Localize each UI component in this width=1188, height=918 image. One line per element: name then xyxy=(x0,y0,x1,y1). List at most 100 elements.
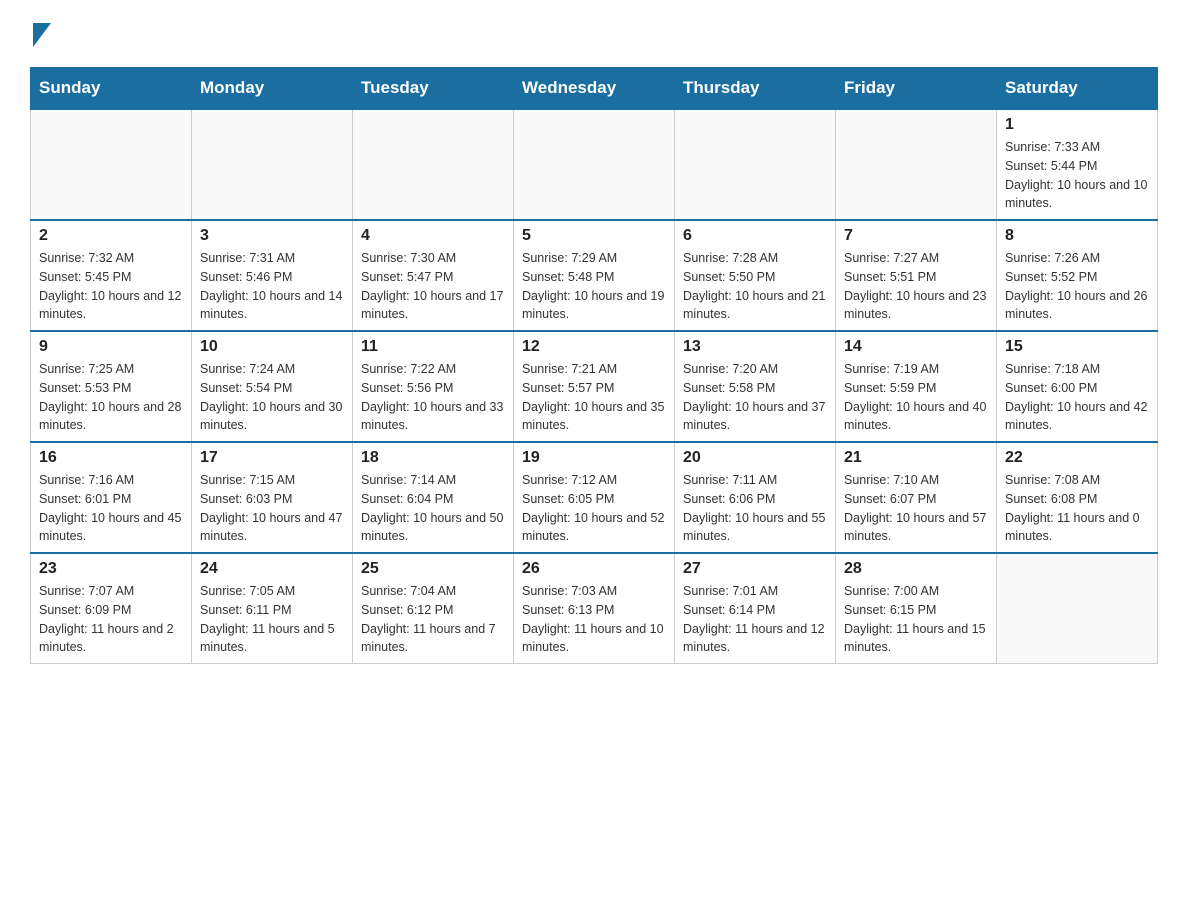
calendar-week-row: 16Sunrise: 7:16 AMSunset: 6:01 PMDayligh… xyxy=(31,442,1158,553)
weekday-header-thursday: Thursday xyxy=(675,68,836,110)
day-number: 4 xyxy=(361,227,505,245)
calendar-cell: 21 Sunrise: 7:10 AMSunset: 6:07 PMDayligh… xyxy=(836,442,997,553)
calendar-cell xyxy=(836,109,997,220)
weekday-header-wednesday: Wednesday xyxy=(514,68,675,110)
day-info: Sunrise: 7:31 AMSunset: 5:46 PMDaylight:… xyxy=(200,249,344,324)
calendar-cell: 28 Sunrise: 7:00 AMSunset: 6:15 PMDayligh… xyxy=(836,553,997,664)
day-number: 2 xyxy=(39,227,183,245)
day-number: 15 xyxy=(1005,338,1149,356)
day-info: Sunrise: 7:07 AMSunset: 6:09 PMDaylight:… xyxy=(39,582,183,657)
day-number: 24 xyxy=(200,560,344,578)
calendar-cell: 16Sunrise: 7:16 AMSunset: 6:01 PMDayligh… xyxy=(31,442,192,553)
calendar-cell: 7 Sunrise: 7:27 AMSunset: 5:51 PMDaylight… xyxy=(836,220,997,331)
day-info: Sunrise: 7:12 AMSunset: 6:05 PMDaylight:… xyxy=(522,471,666,546)
day-number: 14 xyxy=(844,338,988,356)
day-info: Sunrise: 7:25 AMSunset: 5:53 PMDaylight:… xyxy=(39,360,183,435)
day-number: 20 xyxy=(683,449,827,467)
day-info: Sunrise: 7:15 AMSunset: 6:03 PMDaylight:… xyxy=(200,471,344,546)
day-info: Sunrise: 7:00 AMSunset: 6:15 PMDaylight:… xyxy=(844,582,988,657)
day-number: 25 xyxy=(361,560,505,578)
day-number: 21 xyxy=(844,449,988,467)
calendar-cell: 2 Sunrise: 7:32 AMSunset: 5:45 PMDaylight… xyxy=(31,220,192,331)
calendar-cell: 18 Sunrise: 7:14 AMSunset: 6:04 PMDayligh… xyxy=(353,442,514,553)
day-info: Sunrise: 7:27 AMSunset: 5:51 PMDaylight:… xyxy=(844,249,988,324)
weekday-header-row: SundayMondayTuesdayWednesdayThursdayFrid… xyxy=(31,68,1158,110)
day-info: Sunrise: 7:33 AMSunset: 5:44 PMDaylight:… xyxy=(1005,138,1149,213)
day-info: Sunrise: 7:10 AMSunset: 6:07 PMDaylight:… xyxy=(844,471,988,546)
weekday-header-saturday: Saturday xyxy=(997,68,1158,110)
calendar-cell: 23 Sunrise: 7:07 AMSunset: 6:09 PMDayligh… xyxy=(31,553,192,664)
calendar-cell: 20 Sunrise: 7:11 AMSunset: 6:06 PMDayligh… xyxy=(675,442,836,553)
calendar-cell xyxy=(31,109,192,220)
day-info: Sunrise: 7:01 AMSunset: 6:14 PMDaylight:… xyxy=(683,582,827,657)
day-info: Sunrise: 7:05 AMSunset: 6:11 PMDaylight:… xyxy=(200,582,344,657)
day-info: Sunrise: 7:21 AMSunset: 5:57 PMDaylight:… xyxy=(522,360,666,435)
day-info: Sunrise: 7:26 AMSunset: 5:52 PMDaylight:… xyxy=(1005,249,1149,324)
logo-arrow-icon xyxy=(33,23,51,47)
day-info: Sunrise: 7:24 AMSunset: 5:54 PMDaylight:… xyxy=(200,360,344,435)
weekday-header-friday: Friday xyxy=(836,68,997,110)
day-info: Sunrise: 7:11 AMSunset: 6:06 PMDaylight:… xyxy=(683,471,827,546)
calendar-cell: 11 Sunrise: 7:22 AMSunset: 5:56 PMDayligh… xyxy=(353,331,514,442)
weekday-header-sunday: Sunday xyxy=(31,68,192,110)
calendar-cell: 9 Sunrise: 7:25 AMSunset: 5:53 PMDaylight… xyxy=(31,331,192,442)
day-number: 5 xyxy=(522,227,666,245)
day-info: Sunrise: 7:30 AMSunset: 5:47 PMDaylight:… xyxy=(361,249,505,324)
day-info: Sunrise: 7:14 AMSunset: 6:04 PMDaylight:… xyxy=(361,471,505,546)
day-number: 6 xyxy=(683,227,827,245)
weekday-header-monday: Monday xyxy=(192,68,353,110)
day-number: 26 xyxy=(522,560,666,578)
day-info: Sunrise: 7:22 AMSunset: 5:56 PMDaylight:… xyxy=(361,360,505,435)
calendar-cell: 17 Sunrise: 7:15 AMSunset: 6:03 PMDayligh… xyxy=(192,442,353,553)
day-number: 12 xyxy=(522,338,666,356)
day-number: 23 xyxy=(39,560,183,578)
calendar-week-row: 2 Sunrise: 7:32 AMSunset: 5:45 PMDaylight… xyxy=(31,220,1158,331)
calendar-cell: 19 Sunrise: 7:12 AMSunset: 6:05 PMDayligh… xyxy=(514,442,675,553)
day-number: 18 xyxy=(361,449,505,467)
day-number: 19 xyxy=(522,449,666,467)
calendar-cell: 14 Sunrise: 7:19 AMSunset: 5:59 PMDayligh… xyxy=(836,331,997,442)
calendar-cell: 12 Sunrise: 7:21 AMSunset: 5:57 PMDayligh… xyxy=(514,331,675,442)
calendar-cell: 8 Sunrise: 7:26 AMSunset: 5:52 PMDaylight… xyxy=(997,220,1158,331)
day-info: Sunrise: 7:19 AMSunset: 5:59 PMDaylight:… xyxy=(844,360,988,435)
day-number: 8 xyxy=(1005,227,1149,245)
day-info: Sunrise: 7:32 AMSunset: 5:45 PMDaylight:… xyxy=(39,249,183,324)
day-number: 9 xyxy=(39,338,183,356)
day-info: Sunrise: 7:28 AMSunset: 5:50 PMDaylight:… xyxy=(683,249,827,324)
calendar-cell xyxy=(353,109,514,220)
calendar-cell: 26 Sunrise: 7:03 AMSunset: 6:13 PMDayligh… xyxy=(514,553,675,664)
calendar-cell: 13Sunrise: 7:20 AMSunset: 5:58 PMDayligh… xyxy=(675,331,836,442)
day-number: 11 xyxy=(361,338,505,356)
calendar-table: SundayMondayTuesdayWednesdayThursdayFrid… xyxy=(30,67,1158,664)
day-info: Sunrise: 7:29 AMSunset: 5:48 PMDaylight:… xyxy=(522,249,666,324)
calendar-cell: 5 Sunrise: 7:29 AMSunset: 5:48 PMDaylight… xyxy=(514,220,675,331)
day-info: Sunrise: 7:20 AMSunset: 5:58 PMDaylight:… xyxy=(683,360,827,435)
calendar-cell xyxy=(514,109,675,220)
day-info: Sunrise: 7:08 AMSunset: 6:08 PMDaylight:… xyxy=(1005,471,1149,546)
calendar-cell: 1Sunrise: 7:33 AMSunset: 5:44 PMDaylight… xyxy=(997,109,1158,220)
calendar-cell: 4 Sunrise: 7:30 AMSunset: 5:47 PMDaylight… xyxy=(353,220,514,331)
day-info: Sunrise: 7:18 AMSunset: 6:00 PMDaylight:… xyxy=(1005,360,1149,435)
weekday-header-tuesday: Tuesday xyxy=(353,68,514,110)
calendar-cell: 3 Sunrise: 7:31 AMSunset: 5:46 PMDaylight… xyxy=(192,220,353,331)
page-header xyxy=(30,20,1158,47)
calendar-cell xyxy=(675,109,836,220)
day-number: 28 xyxy=(844,560,988,578)
day-info: Sunrise: 7:04 AMSunset: 6:12 PMDaylight:… xyxy=(361,582,505,657)
calendar-cell: 22Sunrise: 7:08 AMSunset: 6:08 PMDayligh… xyxy=(997,442,1158,553)
logo xyxy=(30,20,51,47)
calendar-cell: 15 Sunrise: 7:18 AMSunset: 6:00 PMDayligh… xyxy=(997,331,1158,442)
day-number: 10 xyxy=(200,338,344,356)
calendar-cell: 10 Sunrise: 7:24 AMSunset: 5:54 PMDayligh… xyxy=(192,331,353,442)
calendar-week-row: 9 Sunrise: 7:25 AMSunset: 5:53 PMDaylight… xyxy=(31,331,1158,442)
day-info: Sunrise: 7:16 AMSunset: 6:01 PMDaylight:… xyxy=(39,471,183,546)
day-number: 27 xyxy=(683,560,827,578)
calendar-cell xyxy=(997,553,1158,664)
day-number: 7 xyxy=(844,227,988,245)
calendar-cell: 6 Sunrise: 7:28 AMSunset: 5:50 PMDaylight… xyxy=(675,220,836,331)
day-number: 3 xyxy=(200,227,344,245)
day-info: Sunrise: 7:03 AMSunset: 6:13 PMDaylight:… xyxy=(522,582,666,657)
calendar-cell: 27 Sunrise: 7:01 AMSunset: 6:14 PMDayligh… xyxy=(675,553,836,664)
day-number: 17 xyxy=(200,449,344,467)
calendar-week-row: 23 Sunrise: 7:07 AMSunset: 6:09 PMDayligh… xyxy=(31,553,1158,664)
